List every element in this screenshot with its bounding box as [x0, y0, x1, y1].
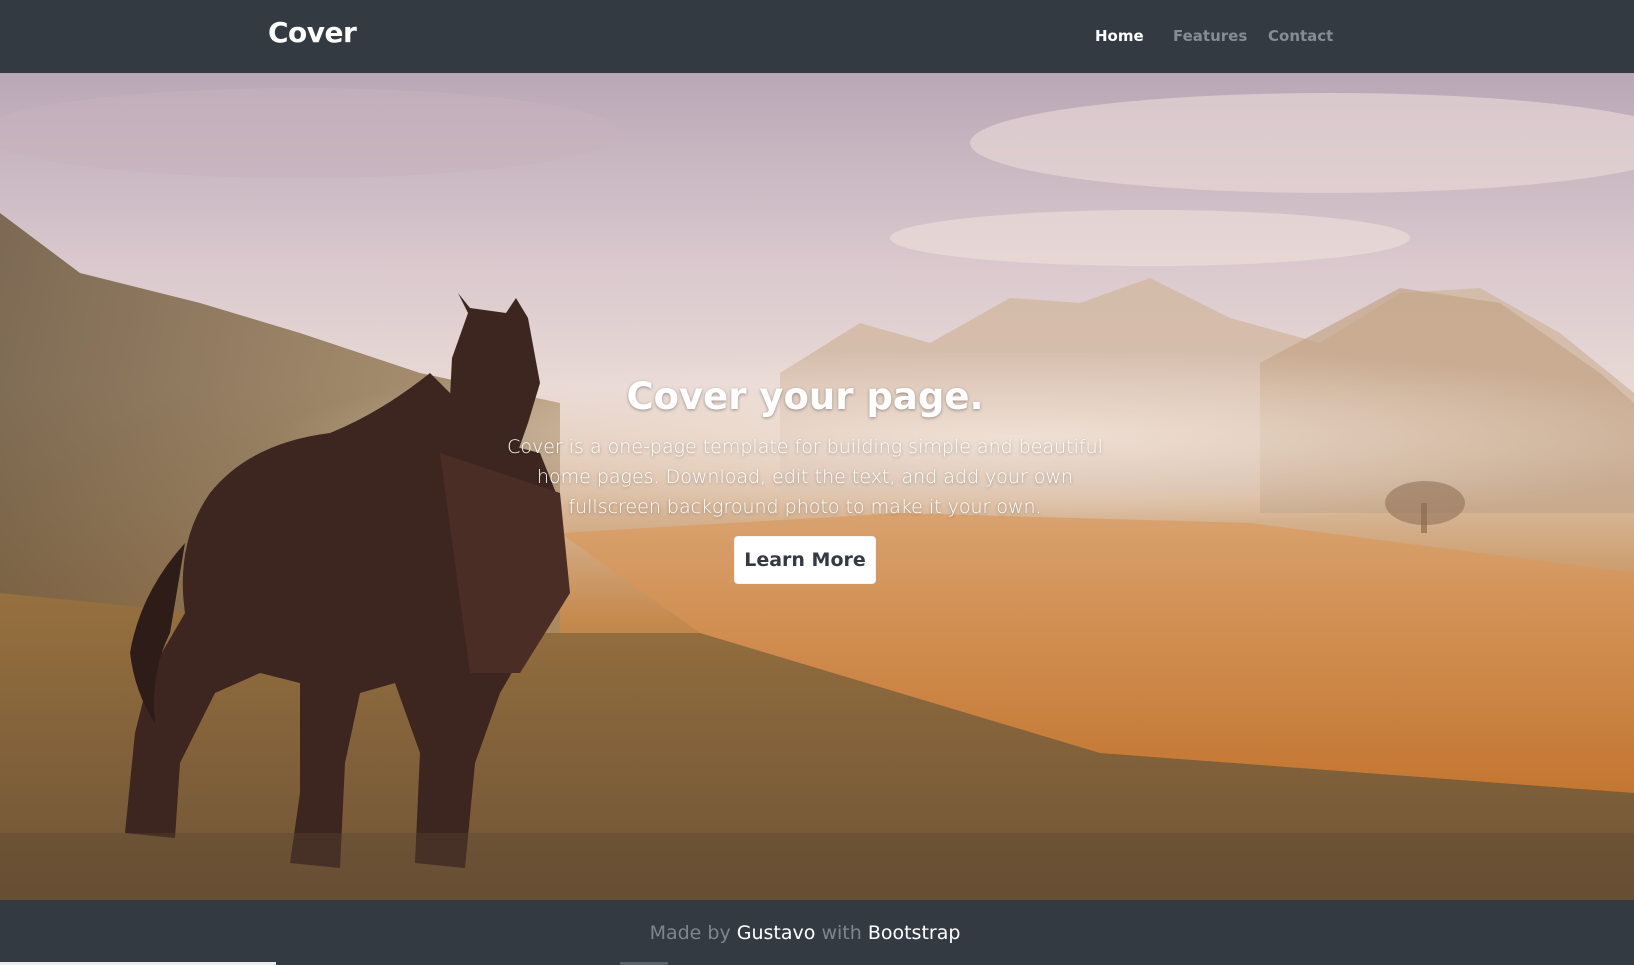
footer-made-by: Made by — [649, 922, 731, 944]
navbar: Cover Home Features Contact — [0, 0, 1634, 73]
footer-text: Made by Gustavo with Bootstrap — [0, 922, 1610, 944]
hero-content: Cover your page. Cover is a one-page tem… — [0, 73, 1634, 900]
footer-with: with — [821, 922, 862, 944]
footer-bootstrap-link[interactable]: Bootstrap — [868, 922, 961, 944]
hero-lead: Cover is a one-page template for buildin… — [507, 436, 1103, 518]
footer: Made by Gustavo with Bootstrap — [0, 900, 1634, 965]
nav-link-contact[interactable]: Contact — [1268, 27, 1333, 45]
hero-section: Cover your page. Cover is a one-page tem… — [0, 73, 1634, 900]
page: Cover Home Features Contact Cover your p… — [0, 0, 1634, 965]
hero-title: Cover your page. — [626, 375, 984, 418]
learn-more-button[interactable]: Learn More — [734, 536, 876, 584]
nav-link-home[interactable]: Home — [1095, 27, 1144, 45]
brand-logo[interactable]: Cover — [268, 16, 357, 49]
footer-author-link[interactable]: Gustavo — [737, 922, 816, 944]
nav-link-features[interactable]: Features — [1173, 27, 1247, 45]
